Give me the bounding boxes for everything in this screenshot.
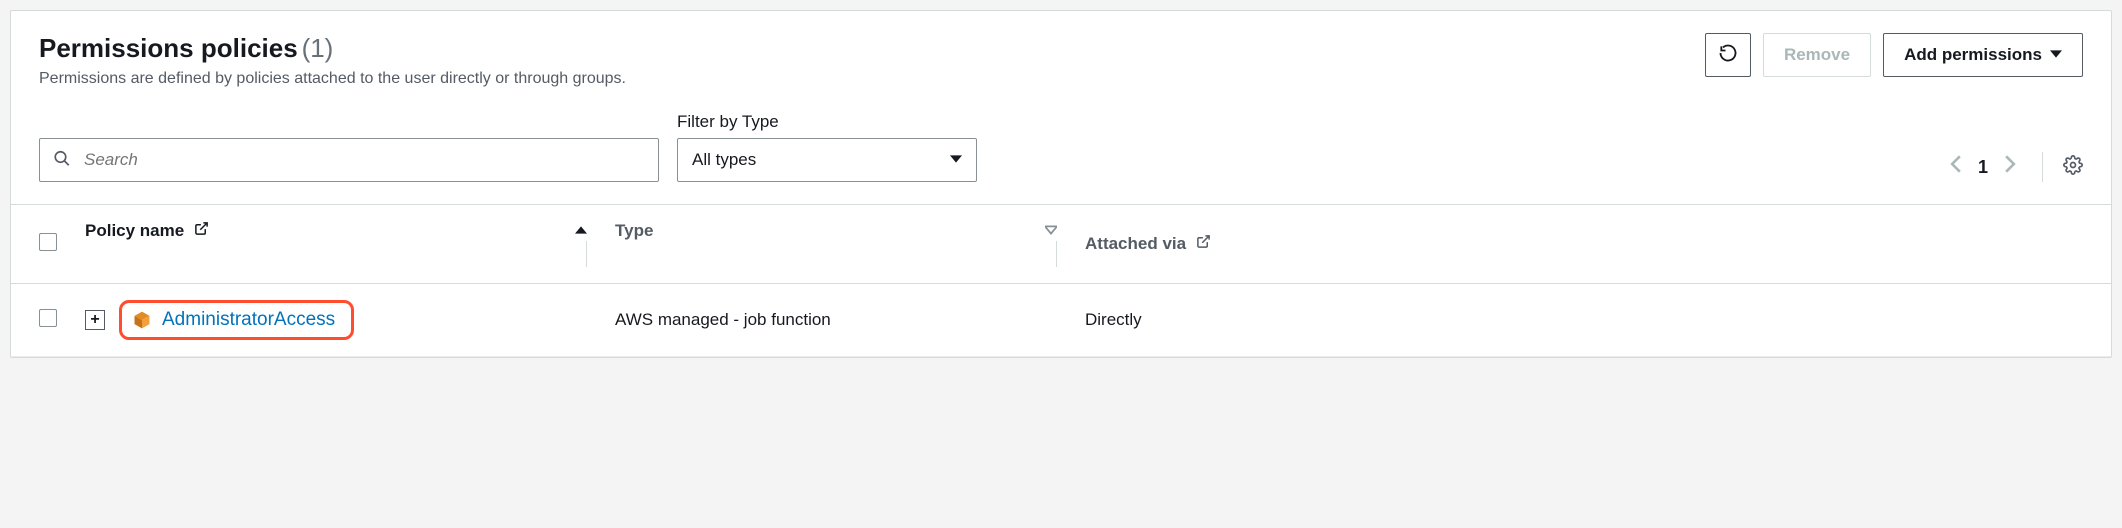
add-permissions-label: Add permissions bbox=[1904, 45, 2042, 65]
sort-asc-icon bbox=[575, 224, 587, 239]
caret-down-icon bbox=[2050, 45, 2062, 65]
filter-type-label: Filter by Type bbox=[677, 112, 977, 132]
panel-header: Permissions policies (1) Permissions are… bbox=[11, 11, 2111, 100]
divider bbox=[2042, 152, 2043, 182]
header-policy-name-label: Policy name bbox=[85, 221, 184, 241]
table-header-row: Policy name Type bbox=[11, 205, 2111, 284]
highlighted-policy: AdministratorAccess bbox=[119, 300, 354, 340]
refresh-button[interactable] bbox=[1705, 33, 1751, 77]
panel-count: (1) bbox=[302, 33, 334, 63]
search-icon bbox=[53, 150, 71, 171]
cell-attached-via: Directly bbox=[1071, 284, 2111, 357]
filter-type-value: All types bbox=[692, 150, 756, 170]
header-attached-via[interactable]: Attached via bbox=[1071, 205, 2111, 284]
remove-label: Remove bbox=[1784, 45, 1850, 65]
panel-title: Permissions policies bbox=[39, 33, 298, 63]
header-type[interactable]: Type bbox=[601, 205, 1071, 284]
policy-cube-icon bbox=[132, 310, 152, 330]
external-link-icon bbox=[194, 221, 209, 241]
panel-subtitle: Permissions are defined by policies atta… bbox=[39, 70, 1685, 88]
search-wrap bbox=[39, 138, 659, 182]
cell-type: AWS managed - job function bbox=[601, 284, 1071, 357]
policies-table: Policy name Type bbox=[11, 204, 2111, 357]
row-checkbox[interactable] bbox=[39, 309, 57, 327]
policy-name-link[interactable]: AdministratorAccess bbox=[162, 309, 335, 331]
select-all-checkbox[interactable] bbox=[39, 233, 57, 251]
search-input[interactable] bbox=[39, 138, 659, 182]
refresh-icon bbox=[1718, 43, 1738, 68]
title-block: Permissions policies (1) Permissions are… bbox=[39, 33, 1685, 88]
sort-icon bbox=[1045, 224, 1057, 239]
header-type-label: Type bbox=[615, 221, 653, 241]
page-number: 1 bbox=[1978, 157, 1988, 178]
pagination: 1 bbox=[1950, 152, 2083, 182]
caret-down-icon bbox=[950, 150, 962, 170]
gear-icon bbox=[2063, 155, 2083, 180]
external-link-icon bbox=[1196, 234, 1211, 254]
header-policy-name[interactable]: Policy name bbox=[71, 205, 601, 284]
expand-row-button[interactable]: + bbox=[85, 310, 105, 330]
header-attached-via-label: Attached via bbox=[1085, 234, 1186, 254]
panel-actions: Remove Add permissions bbox=[1705, 33, 2083, 77]
permissions-policies-panel: Permissions policies (1) Permissions are… bbox=[10, 10, 2112, 358]
filter-type-select[interactable]: All types bbox=[677, 138, 977, 182]
table-row: + AdministratorAccess AWS managed - job … bbox=[11, 284, 2111, 357]
filters-row: Filter by Type All types 1 bbox=[11, 100, 2111, 204]
add-permissions-button[interactable]: Add permissions bbox=[1883, 33, 2083, 77]
settings-button[interactable] bbox=[2063, 155, 2083, 180]
page-next[interactable] bbox=[2004, 155, 2016, 179]
filter-type-col: Filter by Type All types bbox=[677, 112, 977, 182]
remove-button[interactable]: Remove bbox=[1763, 33, 1871, 77]
page-prev[interactable] bbox=[1950, 155, 1962, 179]
